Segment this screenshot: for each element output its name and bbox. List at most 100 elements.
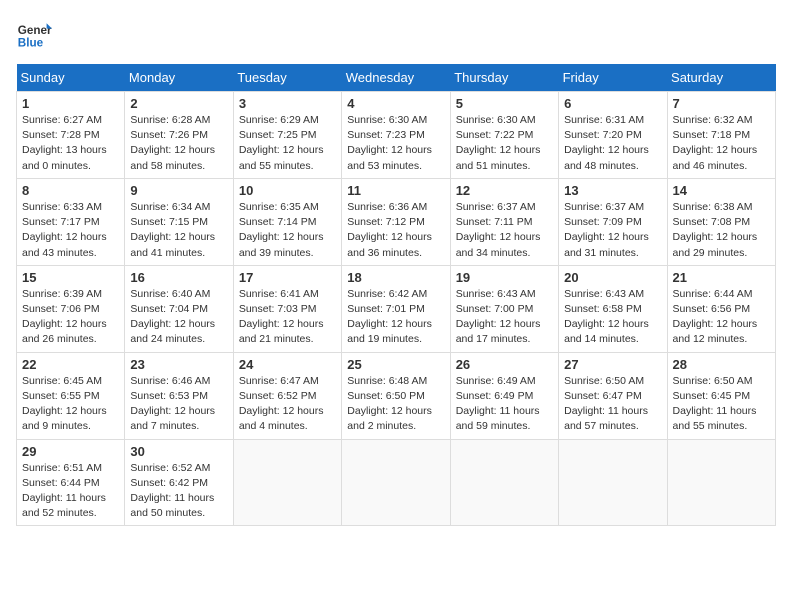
calendar-cell: 9 Sunrise: 6:34 AMSunset: 7:15 PMDaylight…	[125, 178, 233, 265]
calendar-cell	[342, 439, 450, 526]
weekday-header: Saturday	[667, 64, 775, 92]
day-number: 27	[564, 357, 661, 372]
day-info: Sunrise: 6:35 AMSunset: 7:14 PMDaylight:…	[239, 200, 336, 261]
header-row: SundayMondayTuesdayWednesdayThursdayFrid…	[17, 64, 776, 92]
day-number: 15	[22, 270, 119, 285]
day-info: Sunrise: 6:37 AMSunset: 7:11 PMDaylight:…	[456, 200, 553, 261]
day-number: 10	[239, 183, 336, 198]
day-number: 22	[22, 357, 119, 372]
day-number: 16	[130, 270, 227, 285]
day-number: 21	[673, 270, 770, 285]
calendar-cell: 6 Sunrise: 6:31 AMSunset: 7:20 PMDaylight…	[559, 92, 667, 179]
weekday-header: Wednesday	[342, 64, 450, 92]
day-info: Sunrise: 6:49 AMSunset: 6:49 PMDaylight:…	[456, 374, 553, 435]
day-number: 13	[564, 183, 661, 198]
day-info: Sunrise: 6:41 AMSunset: 7:03 PMDaylight:…	[239, 287, 336, 348]
day-info: Sunrise: 6:44 AMSunset: 6:56 PMDaylight:…	[673, 287, 770, 348]
calendar-cell: 17 Sunrise: 6:41 AMSunset: 7:03 PMDayligh…	[233, 265, 341, 352]
calendar-cell	[667, 439, 775, 526]
day-info: Sunrise: 6:45 AMSunset: 6:55 PMDaylight:…	[22, 374, 119, 435]
day-info: Sunrise: 6:38 AMSunset: 7:08 PMDaylight:…	[673, 200, 770, 261]
day-number: 8	[22, 183, 119, 198]
day-number: 24	[239, 357, 336, 372]
day-info: Sunrise: 6:27 AMSunset: 7:28 PMDaylight:…	[22, 113, 119, 174]
day-number: 17	[239, 270, 336, 285]
day-number: 2	[130, 96, 227, 111]
day-info: Sunrise: 6:34 AMSunset: 7:15 PMDaylight:…	[130, 200, 227, 261]
day-number: 20	[564, 270, 661, 285]
day-number: 3	[239, 96, 336, 111]
calendar-cell: 20Sunrise: 6:43 AMSunset: 6:58 PMDayligh…	[559, 265, 667, 352]
calendar-cell: 3Sunrise: 6:29 AMSunset: 7:25 PMDaylight…	[233, 92, 341, 179]
weekday-header: Friday	[559, 64, 667, 92]
day-info: Sunrise: 6:51 AMSunset: 6:44 PMDaylight:…	[22, 461, 119, 522]
day-number: 14	[673, 183, 770, 198]
calendar-week-row: 29 Sunrise: 6:51 AMSunset: 6:44 PMDayligh…	[17, 439, 776, 526]
svg-text:Blue: Blue	[18, 37, 44, 50]
day-number: 11	[347, 183, 444, 198]
day-number: 12	[456, 183, 553, 198]
calendar-cell: 21 Sunrise: 6:44 AMSunset: 6:56 PMDayligh…	[667, 265, 775, 352]
calendar-cell: 12 Sunrise: 6:37 AMSunset: 7:11 PMDayligh…	[450, 178, 558, 265]
calendar-cell: 16 Sunrise: 6:40 AMSunset: 7:04 PMDayligh…	[125, 265, 233, 352]
calendar-cell: 18 Sunrise: 6:42 AMSunset: 7:01 PMDayligh…	[342, 265, 450, 352]
calendar-cell: 4 Sunrise: 6:30 AMSunset: 7:23 PMDaylight…	[342, 92, 450, 179]
calendar-cell: 27Sunrise: 6:50 AMSunset: 6:47 PMDayligh…	[559, 352, 667, 439]
calendar-cell: 22 Sunrise: 6:45 AMSunset: 6:55 PMDayligh…	[17, 352, 125, 439]
calendar-cell: 5Sunrise: 6:30 AMSunset: 7:22 PMDaylight…	[450, 92, 558, 179]
weekday-header: Sunday	[17, 64, 125, 92]
day-number: 26	[456, 357, 553, 372]
calendar-cell: 28 Sunrise: 6:50 AMSunset: 6:45 PMDayligh…	[667, 352, 775, 439]
day-number: 29	[22, 444, 119, 459]
day-number: 25	[347, 357, 444, 372]
page-header: General Blue	[16, 16, 776, 52]
calendar-cell: 11 Sunrise: 6:36 AMSunset: 7:12 PMDayligh…	[342, 178, 450, 265]
logo: General Blue	[16, 16, 56, 52]
day-number: 28	[673, 357, 770, 372]
day-info: Sunrise: 6:43 AMSunset: 7:00 PMDaylight:…	[456, 287, 553, 348]
day-info: Sunrise: 6:33 AMSunset: 7:17 PMDaylight:…	[22, 200, 119, 261]
calendar-cell	[450, 439, 558, 526]
day-info: Sunrise: 6:40 AMSunset: 7:04 PMDaylight:…	[130, 287, 227, 348]
day-number: 30	[130, 444, 227, 459]
day-info: Sunrise: 6:47 AMSunset: 6:52 PMDaylight:…	[239, 374, 336, 435]
calendar-week-row: 8 Sunrise: 6:33 AMSunset: 7:17 PMDaylight…	[17, 178, 776, 265]
day-info: Sunrise: 6:37 AMSunset: 7:09 PMDaylight:…	[564, 200, 661, 261]
calendar-cell: 10 Sunrise: 6:35 AMSunset: 7:14 PMDayligh…	[233, 178, 341, 265]
calendar-cell: 23Sunrise: 6:46 AMSunset: 6:53 PMDayligh…	[125, 352, 233, 439]
day-info: Sunrise: 6:42 AMSunset: 7:01 PMDaylight:…	[347, 287, 444, 348]
day-number: 6	[564, 96, 661, 111]
calendar-cell: 14 Sunrise: 6:38 AMSunset: 7:08 PMDayligh…	[667, 178, 775, 265]
day-info: Sunrise: 6:36 AMSunset: 7:12 PMDaylight:…	[347, 200, 444, 261]
calendar-cell: 1 Sunrise: 6:27 AMSunset: 7:28 PMDaylight…	[17, 92, 125, 179]
day-number: 18	[347, 270, 444, 285]
calendar-cell: 7 Sunrise: 6:32 AMSunset: 7:18 PMDaylight…	[667, 92, 775, 179]
weekday-header: Tuesday	[233, 64, 341, 92]
day-info: Sunrise: 6:31 AMSunset: 7:20 PMDaylight:…	[564, 113, 661, 174]
logo-icon: General Blue	[16, 16, 52, 52]
day-number: 7	[673, 96, 770, 111]
day-info: Sunrise: 6:48 AMSunset: 6:50 PMDaylight:…	[347, 374, 444, 435]
calendar-cell	[233, 439, 341, 526]
calendar-cell: 25 Sunrise: 6:48 AMSunset: 6:50 PMDayligh…	[342, 352, 450, 439]
calendar-cell: 8 Sunrise: 6:33 AMSunset: 7:17 PMDaylight…	[17, 178, 125, 265]
day-info: Sunrise: 6:28 AMSunset: 7:26 PMDaylight:…	[130, 113, 227, 174]
calendar-cell: 2 Sunrise: 6:28 AMSunset: 7:26 PMDaylight…	[125, 92, 233, 179]
day-info: Sunrise: 6:50 AMSunset: 6:45 PMDaylight:…	[673, 374, 770, 435]
calendar-table: SundayMondayTuesdayWednesdayThursdayFrid…	[16, 64, 776, 526]
weekday-header: Monday	[125, 64, 233, 92]
day-info: Sunrise: 6:30 AMSunset: 7:23 PMDaylight:…	[347, 113, 444, 174]
calendar-cell: 24 Sunrise: 6:47 AMSunset: 6:52 PMDayligh…	[233, 352, 341, 439]
calendar-week-row: 22 Sunrise: 6:45 AMSunset: 6:55 PMDayligh…	[17, 352, 776, 439]
calendar-cell: 30Sunrise: 6:52 AMSunset: 6:42 PMDayligh…	[125, 439, 233, 526]
day-info: Sunrise: 6:39 AMSunset: 7:06 PMDaylight:…	[22, 287, 119, 348]
calendar-cell	[559, 439, 667, 526]
day-number: 23	[130, 357, 227, 372]
day-info: Sunrise: 6:30 AMSunset: 7:22 PMDaylight:…	[456, 113, 553, 174]
calendar-week-row: 15 Sunrise: 6:39 AMSunset: 7:06 PMDayligh…	[17, 265, 776, 352]
day-number: 4	[347, 96, 444, 111]
day-info: Sunrise: 6:32 AMSunset: 7:18 PMDaylight:…	[673, 113, 770, 174]
day-number: 9	[130, 183, 227, 198]
day-number: 1	[22, 96, 119, 111]
calendar-cell: 19Sunrise: 6:43 AMSunset: 7:00 PMDayligh…	[450, 265, 558, 352]
